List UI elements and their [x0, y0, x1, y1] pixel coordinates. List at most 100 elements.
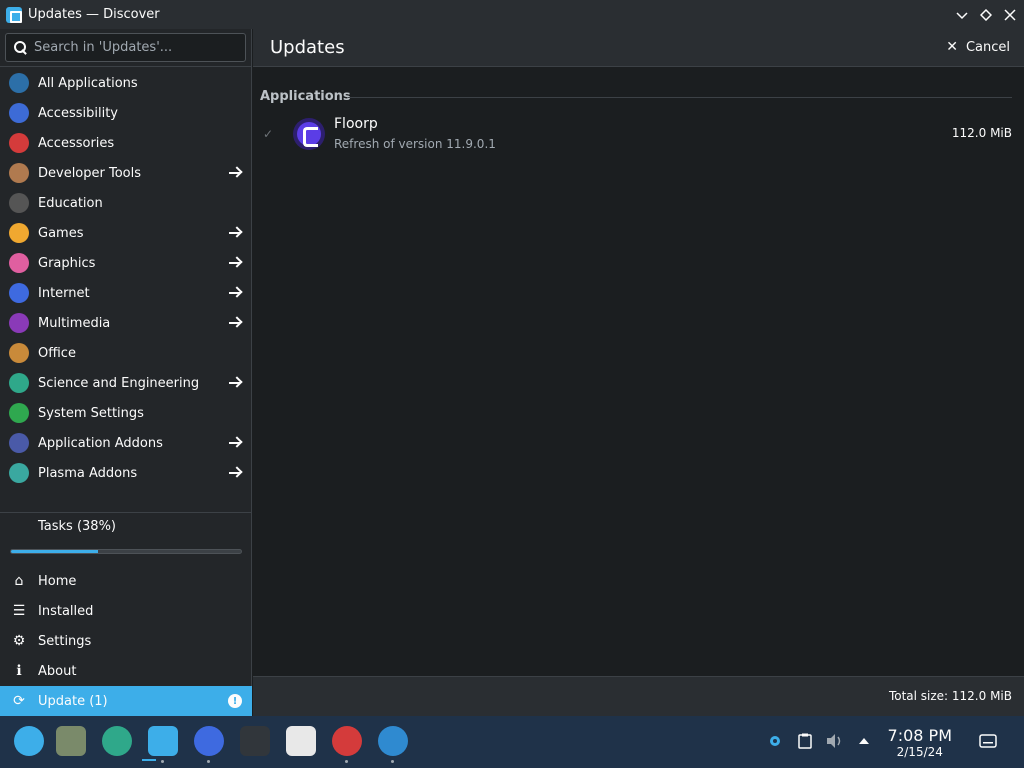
plugin-icon[interactable] — [102, 726, 132, 756]
maximize-button[interactable] — [978, 7, 994, 23]
sidebar-item-plasma-addons[interactable]: Plasma Addons — [0, 458, 252, 488]
taskbar: 7:08 PM 2/15/24 — [0, 716, 1024, 768]
vivaldi-icon[interactable] — [286, 726, 316, 756]
nav-item-installed[interactable]: ☰ Installed — [0, 596, 252, 626]
sidebar-item-multimedia[interactable]: Multimedia — [0, 308, 252, 338]
nav-item-home[interactable]: ⌂ Home — [0, 566, 252, 596]
tasks-panel[interactable]: Tasks (38%) — [0, 513, 252, 569]
list-icon: ☰ — [12, 603, 26, 619]
sidebar-item-label: Education — [38, 195, 103, 211]
volume-icon[interactable] — [826, 732, 844, 750]
sidebar-item-graphics[interactable]: Graphics — [0, 248, 252, 278]
arrow-right-icon — [227, 225, 243, 241]
nav-item-settings[interactable]: ⚙ Settings — [0, 626, 252, 656]
nav-item-label: Settings — [38, 633, 92, 649]
running-indicator — [207, 760, 210, 763]
sidebar-item-label: Developer Tools — [38, 165, 142, 181]
settings-tray-icon[interactable] — [766, 732, 784, 750]
sidebar-item-label: All Applications — [38, 75, 138, 91]
nav-item-label: Home — [38, 573, 77, 589]
window-buttons — [954, 0, 1018, 29]
edge-dev-icon[interactable] — [378, 726, 408, 756]
sidebar-item-science-and-engineering[interactable]: Science and Engineering — [0, 368, 252, 398]
grid-icon — [9, 73, 29, 93]
search-box[interactable] — [5, 33, 246, 62]
section-title: Applications — [260, 89, 351, 104]
sidebar-item-developer-tools[interactable]: Developer Tools — [0, 158, 252, 188]
sidebar-item-label: Accessories — [38, 135, 115, 151]
total-size: Total size: 112.0 MiB — [888, 689, 1012, 703]
discover-icon[interactable] — [148, 726, 178, 756]
toolbox-icon — [9, 133, 29, 153]
arrow-right-icon — [227, 435, 243, 451]
palette-icon — [9, 253, 29, 273]
active-indicator — [142, 759, 156, 761]
chrome-dev-icon[interactable] — [332, 726, 362, 756]
arrow-right-icon — [227, 315, 243, 331]
arrow-right-icon — [227, 375, 243, 391]
close-icon — [1004, 8, 1016, 21]
category-list: All Applications Accessibility Accessories… — [0, 68, 252, 488]
application-launcher-icon[interactable] — [14, 726, 44, 756]
divider — [0, 66, 252, 67]
settings-icon — [9, 403, 29, 423]
clock[interactable]: 7:08 PM 2/15/24 — [888, 726, 952, 759]
sidebar-item-application-addons[interactable]: Application Addons — [0, 428, 252, 458]
close-icon: ✕ — [946, 39, 958, 55]
sidebar-item-all-applications[interactable]: All Applications — [0, 68, 252, 98]
minimize-button[interactable] — [954, 7, 970, 23]
arrow-right-icon — [227, 285, 243, 301]
tasks-progress-fill — [11, 550, 99, 553]
clock-date: 2/15/24 — [896, 745, 943, 759]
arrow-right-icon — [227, 255, 243, 271]
sidebar-item-accessibility[interactable]: Accessibility — [0, 98, 252, 128]
search-icon — [14, 40, 28, 55]
show-desktop-icon[interactable] — [978, 732, 998, 750]
sidebar-item-label: Application Addons — [38, 435, 163, 451]
close-button[interactable] — [1002, 7, 1018, 23]
running-indicator — [345, 760, 348, 763]
running-indicator — [391, 760, 394, 763]
notes-icon[interactable] — [56, 726, 86, 756]
clipboard-icon[interactable] — [796, 732, 814, 750]
update-icon: ⟳ — [13, 693, 25, 709]
cancel-button[interactable]: ✕ Cancel — [946, 39, 1010, 55]
arrow-right-icon — [227, 165, 243, 181]
tray-expand-icon[interactable] — [855, 732, 873, 750]
checkmark-icon[interactable]: ✓ — [263, 127, 277, 141]
search-input[interactable] — [34, 40, 245, 55]
sidebar-item-games[interactable]: Games — [0, 218, 252, 248]
sidebar-item-internet[interactable]: Internet — [0, 278, 252, 308]
nav-list: ⌂ Home ☰ Installed ⚙ Settings ℹ About ⟳ Update (1… — [0, 566, 252, 716]
nav-item-update[interactable]: ⟳ Update (1)! — [0, 686, 252, 716]
terminal-icon[interactable] — [240, 726, 270, 756]
sidebar-item-label: Science and Engineering — [38, 375, 200, 391]
nav-item-label: Installed — [38, 603, 94, 619]
tasks-progress-bar — [10, 549, 242, 554]
atom-icon — [9, 373, 29, 393]
sidebar-item-label: Office — [38, 345, 76, 361]
cancel-label: Cancel — [965, 39, 1010, 55]
addons-icon — [9, 433, 29, 453]
update-row[interactable]: ✓ Floorp Refresh of version 11.9.0.1 112… — [253, 111, 1024, 157]
browser-icon[interactable] — [194, 726, 224, 756]
accessibility-icon — [9, 103, 29, 123]
sidebar-item-accessories[interactable]: Accessories — [0, 128, 252, 158]
briefcase-icon — [9, 343, 29, 363]
alert-badge: ! — [228, 694, 242, 708]
diamond-icon — [980, 8, 992, 21]
sidebar-item-label: Games — [38, 225, 84, 241]
arrow-right-icon — [227, 465, 243, 481]
sidebar-item-label: System Settings — [38, 405, 144, 421]
gear-icon: ⚙ — [12, 633, 26, 649]
sidebar-item-education[interactable]: Education — [0, 188, 252, 218]
sidebar-item-office[interactable]: Office — [0, 338, 252, 368]
graduation-cap-icon — [9, 193, 29, 213]
page-header: Updates ✕ Cancel — [253, 29, 1024, 67]
app-size: 112.0 MiB — [951, 126, 1012, 140]
clock-time: 7:08 PM — [887, 726, 952, 745]
sidebar-item-system-settings[interactable]: System Settings — [0, 398, 252, 428]
sidebar-item-label: Multimedia — [38, 315, 111, 331]
main-panel: Updates ✕ Cancel Applications ✓ Floorp R… — [253, 29, 1024, 716]
nav-item-about[interactable]: ℹ About — [0, 656, 252, 686]
